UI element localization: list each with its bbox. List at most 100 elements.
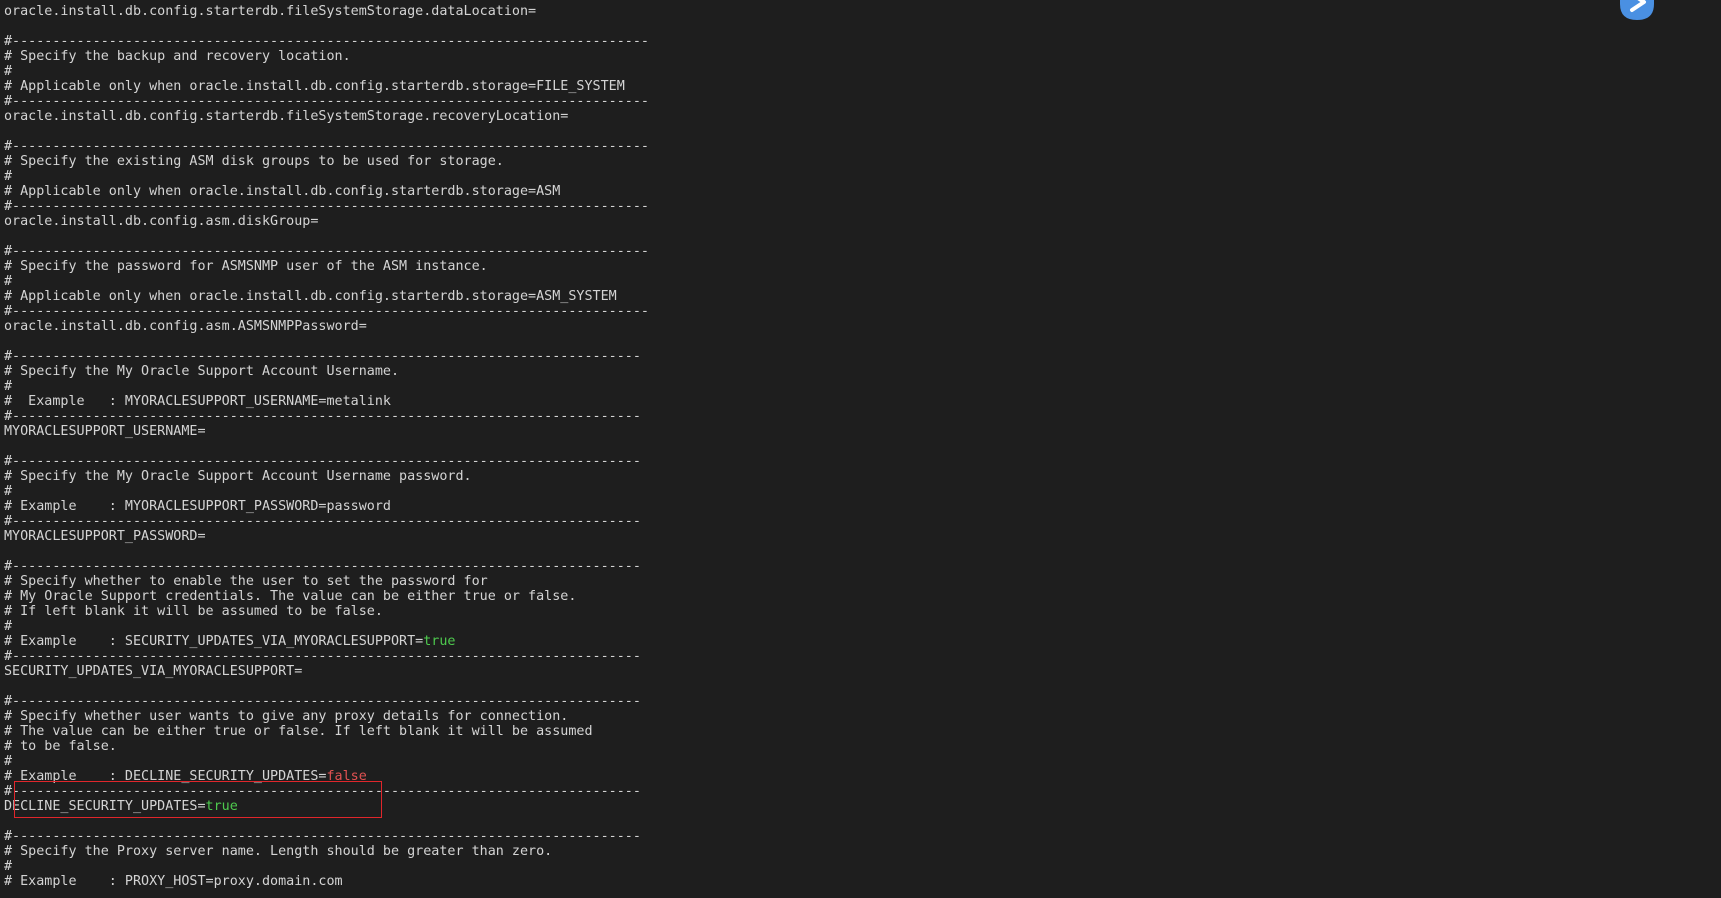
line-text: #---------------------------------------… [4,514,641,529]
line-text: # My Oracle Support credentials. The val… [4,589,577,604]
terminal-window[interactable]: oracle.install.db.config.starterdb.fileS… [0,0,1721,898]
terminal-line: oracle.install.db.config.asm.ASMSNMPPass… [4,319,649,334]
terminal-line: MYORACLESUPPORT_USERNAME= [4,424,649,439]
terminal-line: # Specify the password for ASMSNMP user … [4,259,649,274]
line-text: # [4,64,13,79]
terminal-line: # Example : MYORACLESUPPORT_PASSWORD=pas… [4,499,649,514]
terminal-line: # Applicable only when oracle.install.db… [4,79,649,94]
terminal-line: #---------------------------------------… [4,829,649,844]
terminal-line: #---------------------------------------… [4,139,649,154]
terminal-line: #---------------------------------------… [4,454,649,469]
terminal-line: DECLINE_SECURITY_UPDATES=true [4,799,649,814]
line-text: #---------------------------------------… [4,139,649,154]
terminal-line: # Specify the backup and recovery locati… [4,49,649,64]
terminal-line: # to be false. [4,739,649,754]
line-text: # Specify the My Oracle Support Account … [4,469,472,484]
line-text: # The value can be either true or false.… [4,724,593,739]
terminal-line: # [4,274,649,289]
line-text: # Specify the My Oracle Support Account … [4,364,400,379]
line-text: #---------------------------------------… [4,349,641,364]
terminal-line: SECURITY_UPDATES_VIA_MYORACLESUPPORT= [4,664,649,679]
terminal-line: # My Oracle Support credentials. The val… [4,589,649,604]
floating-assistant-icon[interactable] [1612,0,1662,22]
terminal-line: #---------------------------------------… [4,784,649,799]
line-text: # [4,274,13,289]
line-text: MYORACLESUPPORT_PASSWORD= [4,529,206,544]
terminal-line: # Specify the existing ASM disk groups t… [4,154,649,169]
terminal-line: #---------------------------------------… [4,559,649,574]
terminal-line: #---------------------------------------… [4,649,649,664]
line-value: true [205,799,238,814]
line-text: # Specify whether to enable the user to … [4,574,488,589]
terminal-line: # Example : PROXY_HOST=proxy.domain.com [4,874,649,889]
line-text: # Specify the backup and recovery locati… [4,49,351,64]
terminal-line: # Specify whether to enable the user to … [4,574,649,589]
line-text: #---------------------------------------… [4,34,649,49]
line-text: # Specify the existing ASM disk groups t… [4,154,504,169]
line-text: #---------------------------------------… [4,244,649,259]
terminal-line: #---------------------------------------… [4,514,649,529]
line-text: oracle.install.db.config.starterdb.fileS… [4,109,569,124]
terminal-line: # Example : SECURITY_UPDATES_VIA_MYORACL… [4,634,649,649]
terminal-line: oracle.install.db.config.starterdb.fileS… [4,4,649,19]
terminal-line: # Specify the My Oracle Support Account … [4,469,649,484]
line-text: # Example : PROXY_HOST=proxy.domain.com [4,874,343,889]
line-text: #---------------------------------------… [4,304,649,319]
terminal-line: #---------------------------------------… [4,199,649,214]
terminal-line: # [4,754,649,769]
terminal-line: #---------------------------------------… [4,94,649,109]
line-text: # [4,754,13,769]
line-text: # Applicable only when oracle.install.db… [4,184,561,199]
terminal-line: # [4,619,649,634]
line-text: #---------------------------------------… [4,94,649,109]
line-text: # Specify the password for ASMSNMP user … [4,259,488,274]
line-text: # Applicable only when oracle.install.db… [4,289,617,304]
terminal-line: # Example : MYORACLESUPPORT_USERNAME=met… [4,394,649,409]
line-text: #---------------------------------------… [4,454,641,469]
line-text: oracle.install.db.config.asm.diskGroup= [4,214,319,229]
terminal-line: # Specify the My Oracle Support Account … [4,364,649,379]
file-content[interactable]: oracle.install.db.config.starterdb.fileS… [4,4,649,889]
terminal-line: #---------------------------------------… [4,409,649,424]
terminal-line: # Applicable only when oracle.install.db… [4,289,649,304]
line-text: # Example : DECLINE_SECURITY_UPDATES= [4,769,327,784]
line-text: #---------------------------------------… [4,649,641,664]
line-text: # [4,619,13,634]
terminal-line: # [4,169,649,184]
terminal-line: # The value can be either true or false.… [4,724,649,739]
terminal-line: oracle.install.db.config.starterdb.fileS… [4,109,649,124]
line-text: #---------------------------------------… [4,829,641,844]
terminal-line: # If left blank it will be assumed to be… [4,604,649,619]
terminal-line: # Example : DECLINE_SECURITY_UPDATES=fal… [4,769,649,784]
terminal-line: #---------------------------------------… [4,349,649,364]
line-text: # Specify whether user wants to give any… [4,709,569,724]
line-text: #---------------------------------------… [4,559,641,574]
line-text: # If left blank it will be assumed to be… [4,604,383,619]
terminal-line: #---------------------------------------… [4,34,649,49]
line-text: # [4,169,13,184]
terminal-line: #---------------------------------------… [4,304,649,319]
terminal-line: # Applicable only when oracle.install.db… [4,184,649,199]
terminal-line: # [4,484,649,499]
line-text: MYORACLESUPPORT_USERNAME= [4,424,206,439]
line-text: #---------------------------------------… [4,694,641,709]
line-text: # [4,859,13,874]
line-text: # Example : MYORACLESUPPORT_PASSWORD=pas… [4,499,391,514]
terminal-line: MYORACLESUPPORT_PASSWORD= [4,529,649,544]
terminal-line: # [4,64,649,79]
line-text: oracle.install.db.config.starterdb.fileS… [4,4,537,19]
line-text: # [4,379,13,394]
terminal-line: # Specify whether user wants to give any… [4,709,649,724]
line-text: #---------------------------------------… [4,199,649,214]
line-text: SECURITY_UPDATES_VIA_MYORACLESUPPORT= [4,664,303,679]
terminal-line: # Specify the Proxy server name. Length … [4,844,649,859]
line-text: DECLINE_SECURITY_UPDATES= [4,799,206,814]
terminal-line: oracle.install.db.config.asm.diskGroup= [4,214,649,229]
line-text: oracle.install.db.config.asm.ASMSNMPPass… [4,319,367,334]
line-text: # Specify the Proxy server name. Length … [4,844,553,859]
